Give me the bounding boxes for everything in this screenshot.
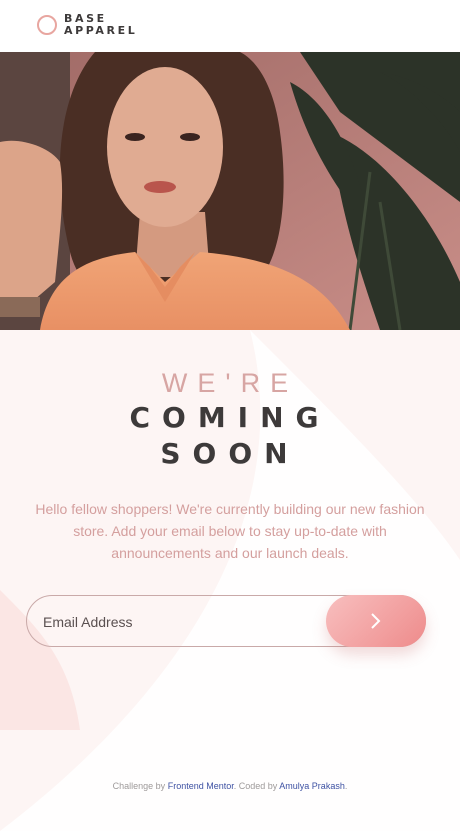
headline-line-2: COMING xyxy=(129,401,331,434)
brand-logo[interactable]: BASE APPAREL xyxy=(64,13,184,37)
author-link[interactable]: Amulya Prakash xyxy=(279,781,345,791)
headline-line-1: WE'RE xyxy=(161,368,299,398)
arrow-right-icon xyxy=(371,613,381,629)
description: Hello fellow shoppers! We're currently b… xyxy=(35,501,425,561)
headline-line-3: SOON xyxy=(160,437,300,470)
site-header: BASE APPAREL xyxy=(0,0,460,52)
attribution: Challenge by Frontend Mentor. Coded by A… xyxy=(0,781,460,791)
footer-suffix: . xyxy=(344,781,348,791)
frontend-mentor-link[interactable]: Frontend Mentor xyxy=(168,781,234,791)
footer-middle: . Coded by xyxy=(233,781,278,791)
brand-line-2: APPAREL xyxy=(64,24,138,37)
headline: WE'RE COMING SOON xyxy=(0,366,460,472)
content-section: WE'RE COMING SOON Hello fellow shoppers!… xyxy=(0,330,460,831)
hero-image xyxy=(0,52,460,330)
email-field[interactable] xyxy=(41,596,315,648)
footer-prefix: Challenge by xyxy=(112,781,166,791)
submit-button[interactable] xyxy=(326,595,426,647)
email-form xyxy=(26,595,426,648)
circle-logo-icon xyxy=(37,15,57,35)
